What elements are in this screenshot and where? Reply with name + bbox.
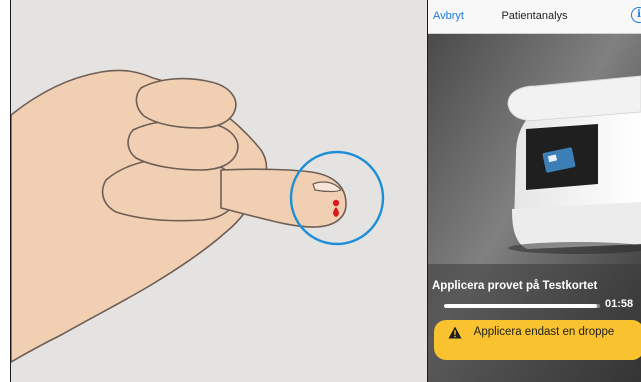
finger-prick-illustration: [11, 69, 385, 363]
instruction-text: Applicera provet på Testkortet: [432, 280, 598, 292]
warning-banner: Applicera endast en droppe: [434, 320, 641, 360]
timer-progress-fill: [444, 304, 597, 308]
page-title: Patientanalys: [501, 10, 568, 22]
info-circle-icon[interactable]: i: [631, 7, 641, 23]
warning-triangle-icon: [448, 326, 462, 339]
timer-countdown: 01:58: [605, 298, 634, 310]
timer-progress-bar: [444, 304, 600, 308]
warning-text: Applicera endast en droppe: [473, 326, 615, 338]
finger-illustration-panel: [10, 0, 428, 382]
test-screen: Avbryt Patientanalys i Applicera provet …: [428, 0, 641, 382]
navigation-bar: Avbryt Patientanalys i: [428, 0, 641, 34]
